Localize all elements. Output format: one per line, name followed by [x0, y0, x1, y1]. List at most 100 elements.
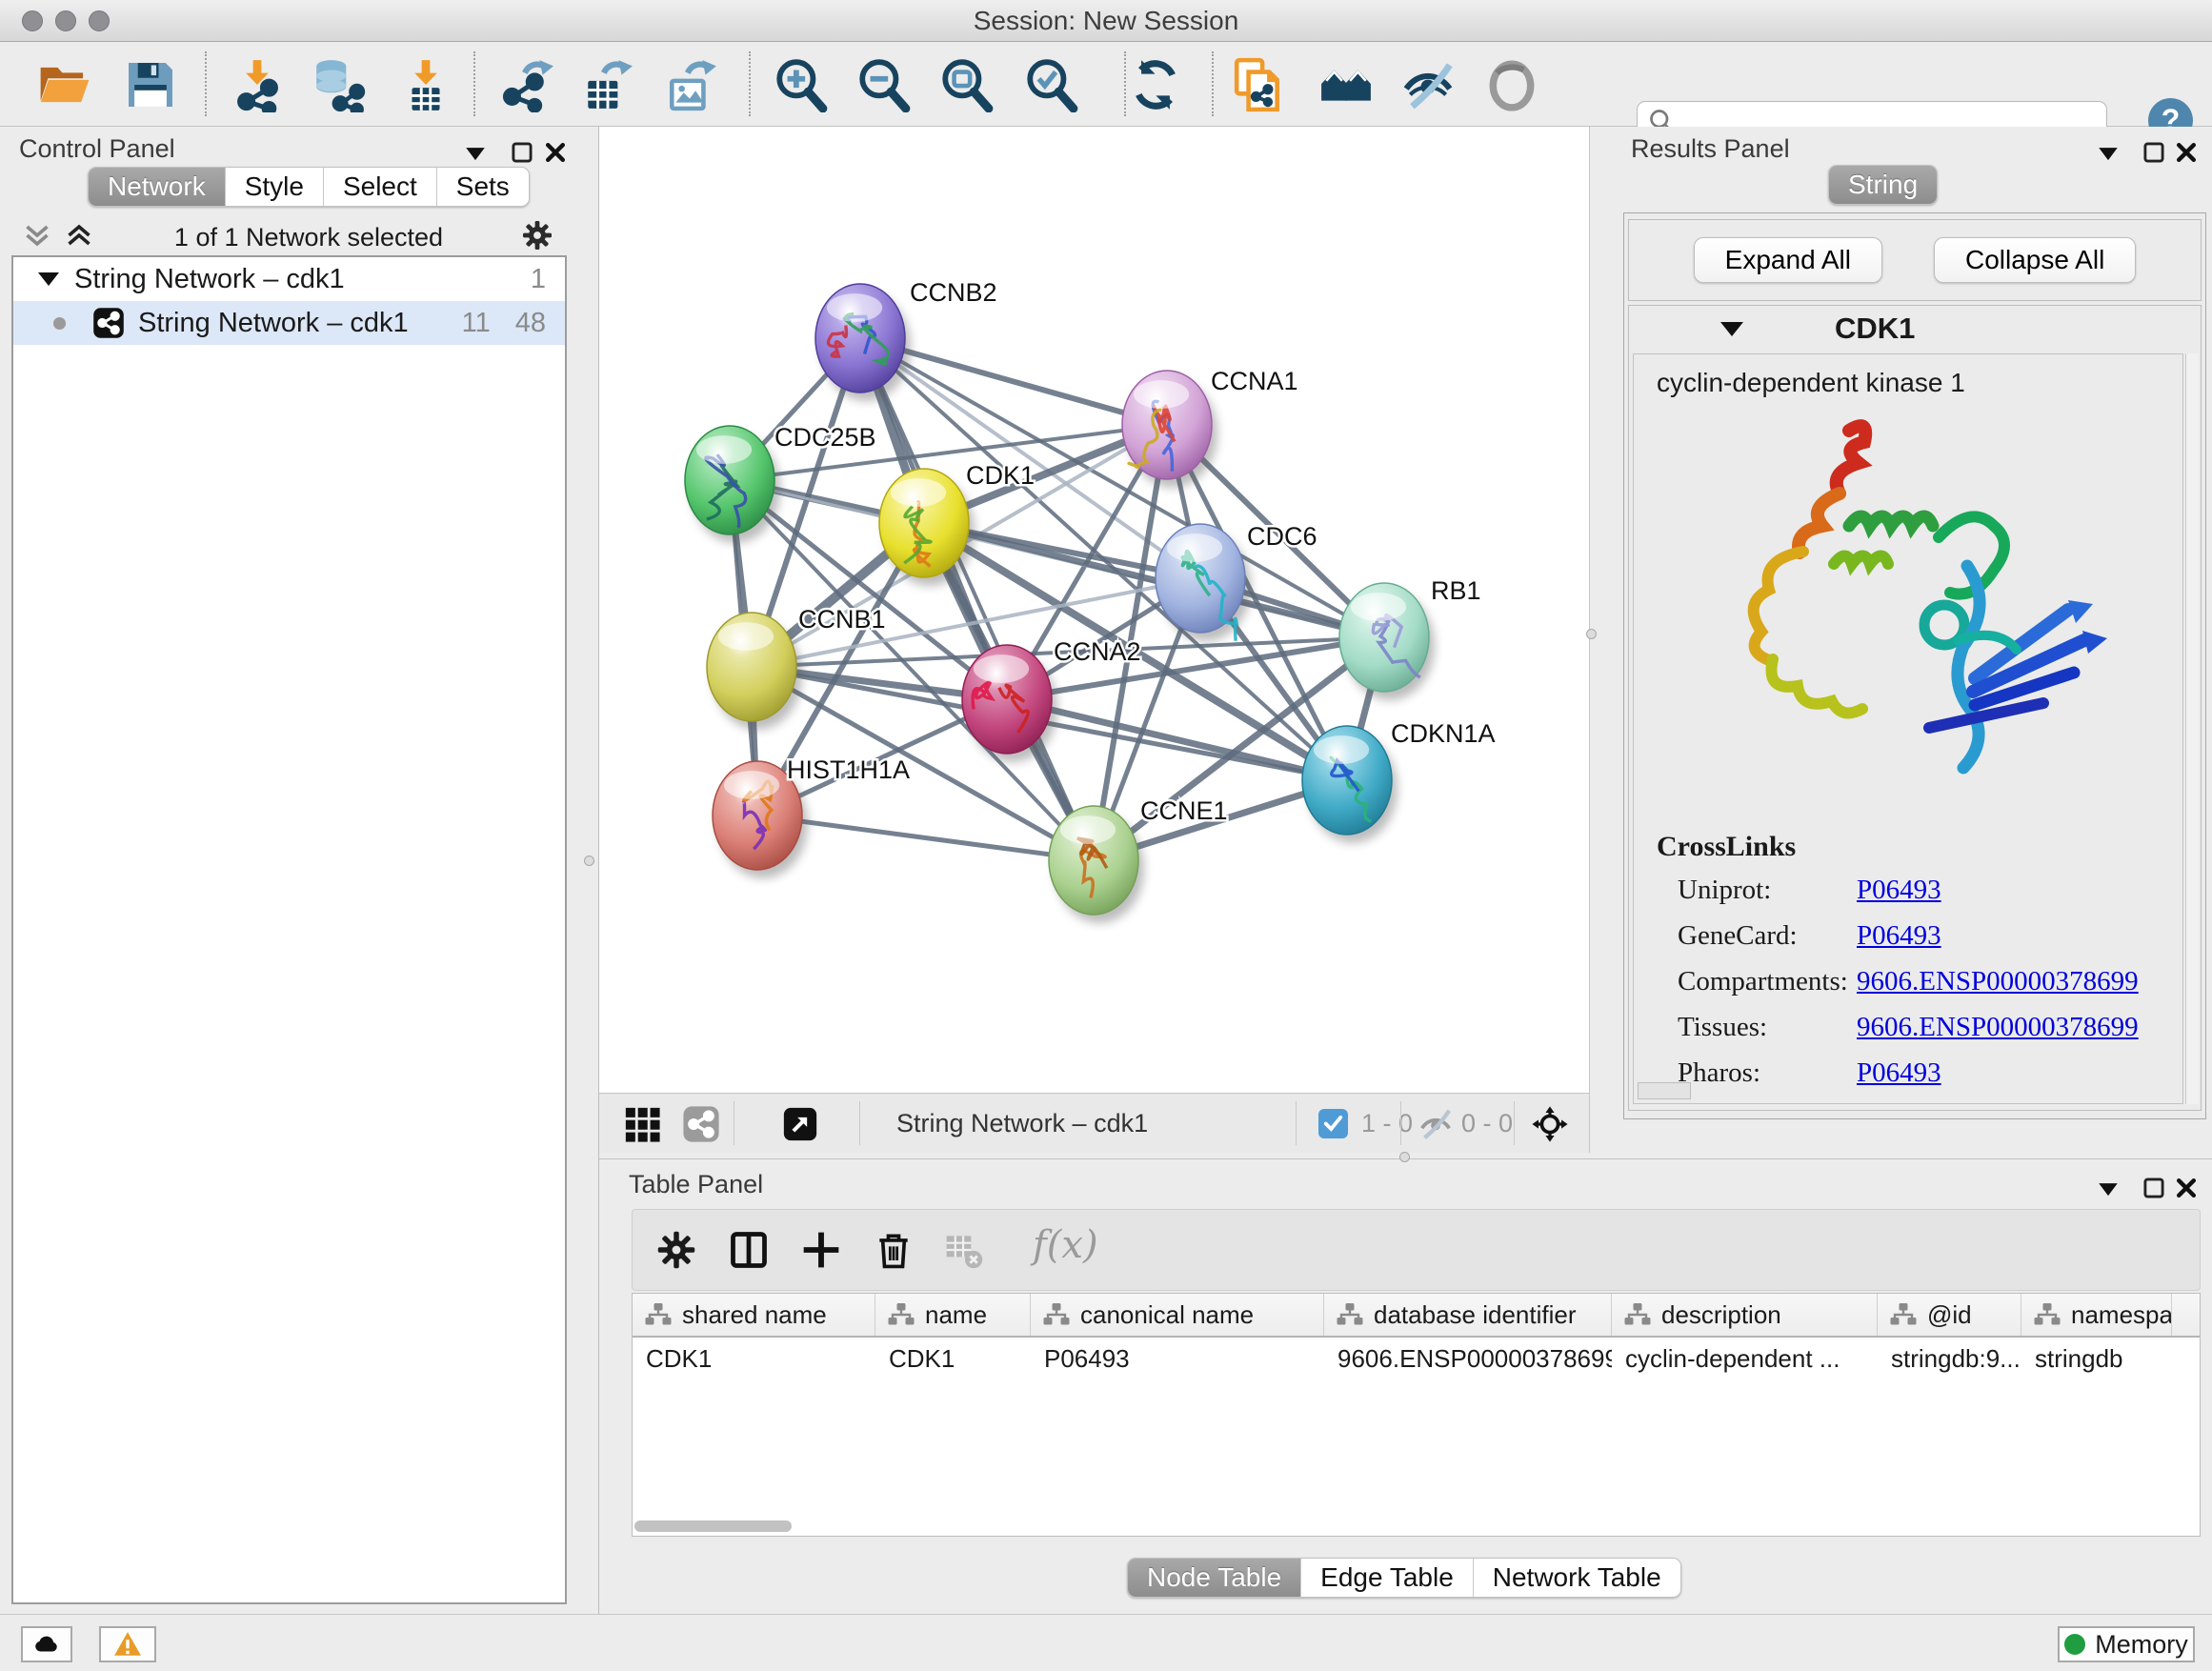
- cloud-button[interactable]: [21, 1626, 72, 1662]
- tab-sets[interactable]: Sets: [436, 168, 529, 206]
- toolbar-separator: [1124, 51, 1126, 116]
- float-panel-icon[interactable]: [2138, 1172, 2170, 1204]
- close-panel-icon[interactable]: [539, 136, 572, 169]
- column-header-canonical-name[interactable]: canonical name: [1031, 1294, 1324, 1336]
- tab-network[interactable]: Network: [89, 168, 225, 206]
- tab-select[interactable]: Select: [323, 168, 436, 206]
- vertical-scrollbar[interactable]: [2185, 353, 2199, 1104]
- hidden-eye-icon[interactable]: [1417, 1105, 1455, 1143]
- import-network-file-button[interactable]: [226, 53, 289, 116]
- table-horizontal-scrollbar[interactable]: [634, 1520, 792, 1532]
- import-network-database-button[interactable]: [307, 53, 370, 116]
- expand-collapse-row: Expand All Collapse All: [1628, 219, 2202, 301]
- fit-selected-crosshair-icon[interactable]: [1531, 1105, 1569, 1143]
- export-image-button[interactable]: [660, 53, 723, 116]
- warnings-button[interactable]: [99, 1626, 156, 1662]
- refresh-button[interactable]: [1124, 53, 1187, 116]
- column-header-database-identifier[interactable]: database identifier: [1324, 1294, 1612, 1336]
- table-cell[interactable]: CDK1: [875, 1338, 1031, 1379]
- expand-all-button[interactable]: Expand All: [1694, 237, 1882, 283]
- zoom-fit-button[interactable]: [935, 53, 997, 116]
- splitter-handle[interactable]: [584, 856, 594, 866]
- network-row[interactable]: String Network – cdk1 11 48: [13, 301, 565, 345]
- svg-text:RB1: RB1: [1431, 576, 1481, 605]
- crosslink-link[interactable]: P06493: [1857, 1057, 1941, 1089]
- zoom-in-button[interactable]: [769, 53, 832, 116]
- save-session-button[interactable]: [119, 53, 182, 116]
- control-panel: Control Panel NetworkStyleSelectSets 1 o…: [0, 127, 599, 1614]
- grid-view-icon[interactable]: [623, 1105, 661, 1143]
- collapse-section-icon[interactable]: [1720, 322, 1743, 336]
- svg-text:CCNB1: CCNB1: [798, 605, 886, 634]
- tab-node-table[interactable]: Node Table: [1128, 1559, 1300, 1597]
- splitter-handle[interactable]: [1399, 1152, 1410, 1162]
- minimize-window-icon[interactable]: [55, 10, 76, 31]
- table-cell[interactable]: stringdb: [2021, 1338, 2172, 1379]
- table-cell[interactable]: CDK1: [633, 1338, 875, 1379]
- table-cell[interactable]: 9606.ENSP00000378699: [1324, 1338, 1612, 1379]
- delete-column-icon[interactable]: [873, 1229, 916, 1273]
- clone-network-button[interactable]: [1228, 53, 1291, 116]
- panel-menu-icon[interactable]: [459, 136, 492, 169]
- panel-menu-icon[interactable]: [2092, 1172, 2124, 1204]
- crosslink-link[interactable]: P06493: [1857, 875, 1941, 906]
- crosslink-link[interactable]: P06493: [1857, 920, 1941, 952]
- network-share-icon[interactable]: [682, 1105, 720, 1143]
- tab-edge-table[interactable]: Edge Table: [1300, 1559, 1473, 1597]
- zoom-out-button[interactable]: [852, 53, 915, 116]
- window-titlebar: Session: New Session: [0, 0, 2212, 42]
- column-header-namespace[interactable]: namespace: [2021, 1294, 2172, 1336]
- column-header-description[interactable]: description: [1612, 1294, 1878, 1336]
- table-cell[interactable]: cyclin-dependent ...: [1612, 1338, 1878, 1379]
- network-canvas[interactable]: CCNB2CCNA1CDC25BCDK1CDC6RB1CCNB1CCNA2CDK…: [599, 127, 1590, 1093]
- tab-network-table[interactable]: Network Table: [1473, 1559, 1680, 1597]
- float-panel-icon[interactable]: [2138, 136, 2170, 169]
- zoom-selected-button[interactable]: [1019, 53, 1082, 116]
- table-cell[interactable]: P06493: [1031, 1338, 1324, 1379]
- horizontal-scrollbar[interactable]: [1638, 1082, 1691, 1099]
- svg-text:CCNA2: CCNA2: [1054, 637, 1141, 666]
- gene-section-header[interactable]: CDK1: [1629, 306, 2201, 352]
- export-network-button[interactable]: [495, 53, 558, 116]
- export-table-button[interactable]: [576, 53, 639, 116]
- memory-button[interactable]: Memory: [2058, 1626, 2195, 1662]
- first-neighbors-button[interactable]: [1315, 53, 1377, 116]
- table-cell[interactable]: stringdb:9...: [1878, 1338, 2021, 1379]
- tab-style[interactable]: Style: [225, 168, 323, 206]
- crosslink-link[interactable]: 9606.ENSP00000378699: [1857, 1012, 2139, 1043]
- column-header-name[interactable]: name: [875, 1294, 1031, 1336]
- network-options-gear-icon[interactable]: [520, 218, 558, 256]
- network-graph[interactable]: CCNB2CCNA1CDC25BCDK1CDC6RB1CCNB1CCNA2CDK…: [599, 127, 1583, 1093]
- table-row[interactable]: CDK1CDK1P064939606.ENSP00000378699cyclin…: [633, 1338, 2200, 1379]
- add-column-icon[interactable]: [800, 1229, 844, 1273]
- column-header-shared-name[interactable]: shared name: [633, 1294, 875, 1336]
- expand-all-icon[interactable]: [65, 221, 97, 253]
- table-settings-gear-icon[interactable]: [655, 1229, 699, 1273]
- collapse-all-icon[interactable]: [23, 221, 55, 253]
- panel-menu-icon[interactable]: [2092, 136, 2124, 169]
- tab-string[interactable]: String: [1829, 166, 1937, 204]
- import-table-file-button[interactable]: [394, 53, 457, 116]
- close-window-icon[interactable]: [22, 10, 43, 31]
- detach-view-icon[interactable]: [781, 1105, 819, 1143]
- crosslink-row: GeneCard:P06493: [1657, 920, 2139, 952]
- collapse-all-button[interactable]: Collapse All: [1934, 237, 2136, 283]
- collection-expand-icon[interactable]: [38, 272, 59, 286]
- crosslink-link[interactable]: 9606.ENSP00000378699: [1857, 966, 2139, 997]
- close-panel-icon[interactable]: [2170, 136, 2202, 169]
- network-collection-row[interactable]: String Network – cdk1 1: [13, 257, 565, 301]
- open-session-button[interactable]: [33, 53, 96, 116]
- crosslink-row: Compartments:9606.ENSP00000378699: [1657, 966, 2139, 997]
- splitter-handle[interactable]: [1586, 629, 1597, 639]
- table-toolbar: f(x): [632, 1209, 2201, 1291]
- show-all-button[interactable]: [1480, 53, 1543, 116]
- network-selected-count: 1 of 1 Network selected: [97, 223, 520, 252]
- float-panel-icon[interactable]: [506, 136, 538, 169]
- close-panel-icon[interactable]: [2170, 1172, 2202, 1204]
- show-columns-icon[interactable]: [728, 1229, 772, 1273]
- selected-checkbox-icon[interactable]: [1318, 1109, 1348, 1138]
- control-panel-tabs: NetworkStyleSelectSets: [88, 167, 530, 207]
- column-header-@id[interactable]: @id: [1878, 1294, 2021, 1336]
- maximize-window-icon[interactable]: [89, 10, 110, 31]
- hide-selected-button[interactable]: [1397, 53, 1459, 116]
